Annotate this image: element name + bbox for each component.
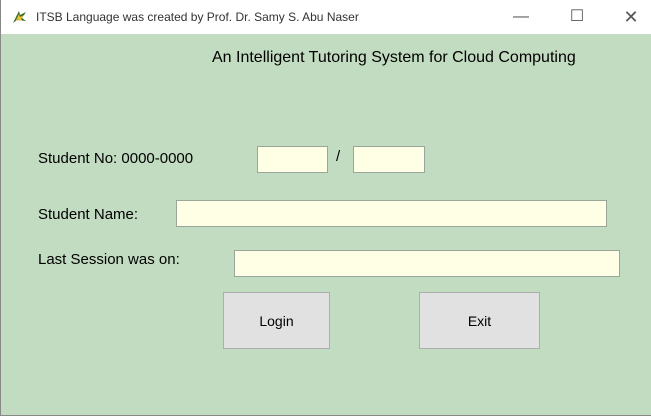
student-no-part2-field[interactable] <box>353 146 425 173</box>
last-session-label: Last Session was on: <box>38 251 180 268</box>
page-heading: An Intelligent Tutoring System for Cloud… <box>212 49 576 66</box>
student-no-label: Student No: 0000-0000 <box>38 150 194 167</box>
last-session-field[interactable] <box>234 250 620 277</box>
close-button[interactable]: ✕ <box>608 0 651 34</box>
student-no-separator: / <box>336 148 341 165</box>
app-icon <box>11 9 28 25</box>
student-name-field[interactable] <box>176 200 607 227</box>
maximize-button[interactable]: ☐ <box>554 0 600 34</box>
student-name-label: Student Name: <box>38 206 139 223</box>
minimize-button[interactable]: — <box>498 0 544 34</box>
login-button[interactable]: Login <box>223 292 330 349</box>
exit-button[interactable]: Exit <box>419 292 540 349</box>
app-window: ITSB Language was created by Prof. Dr. S… <box>0 0 651 416</box>
title-bar[interactable]: ITSB Language was created by Prof. Dr. S… <box>1 0 651 34</box>
student-no-part1-field[interactable] <box>257 146 328 173</box>
window-title: ITSB Language was created by Prof. Dr. S… <box>36 10 359 24</box>
